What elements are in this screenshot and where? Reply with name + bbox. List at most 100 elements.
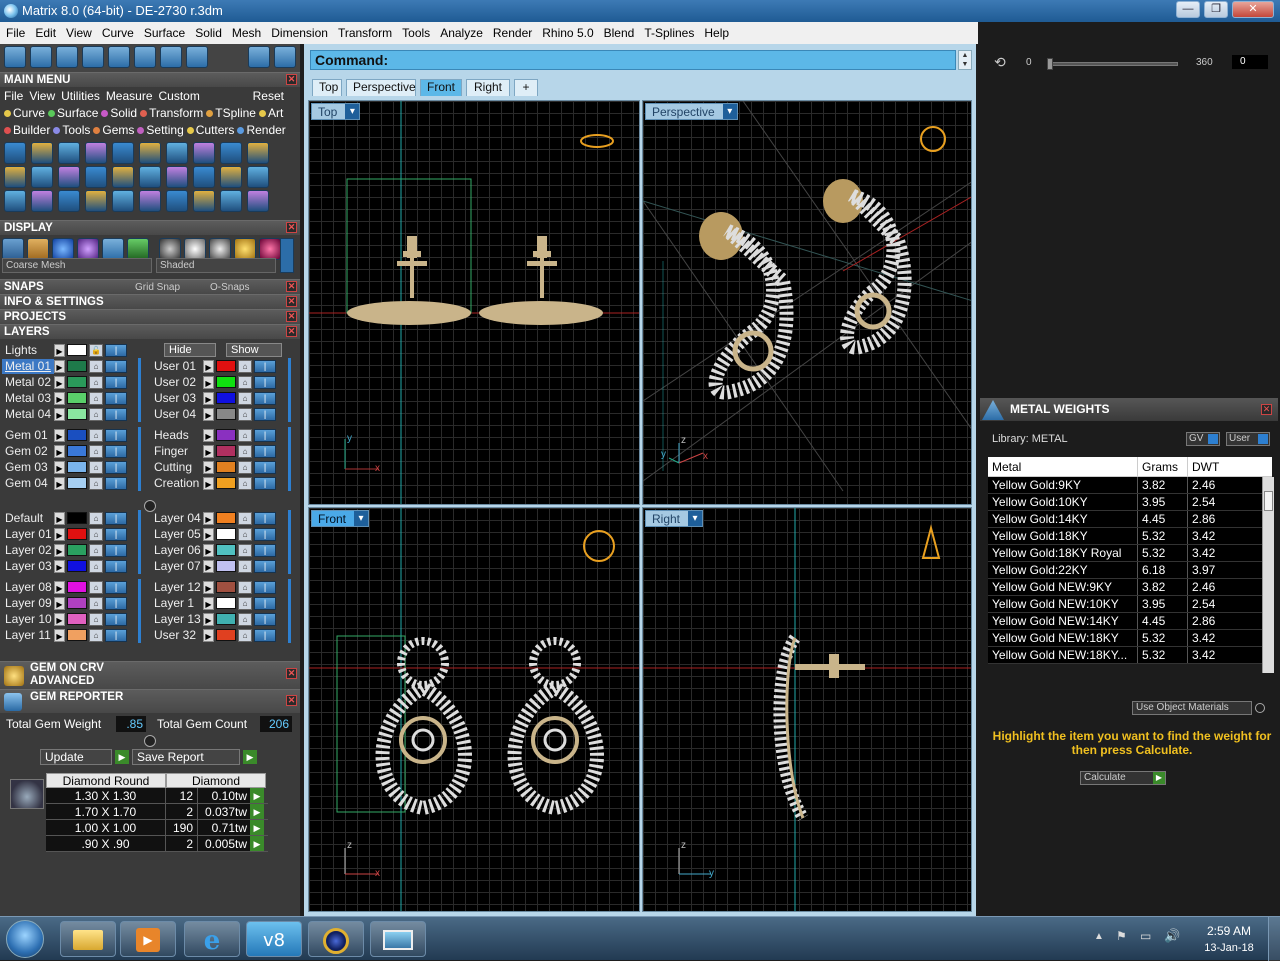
chrome-sphere-icon[interactable] (184, 238, 206, 260)
scale-tool-icon[interactable] (139, 190, 161, 212)
visibility-icon[interactable]: | (105, 407, 127, 421)
lock-icon[interactable]: ⌂ (238, 580, 252, 594)
circle-tool-icon[interactable] (193, 166, 215, 188)
expand-arrow-icon[interactable]: ▶ (54, 543, 65, 557)
clock-date[interactable]: 13-Jan-18 (1198, 942, 1260, 954)
category-setting[interactable]: Setting (137, 123, 184, 137)
lock-icon[interactable]: ⌂ (238, 359, 252, 373)
color-swatch[interactable] (67, 392, 87, 404)
expand-arrow-icon[interactable]: ▶ (203, 391, 214, 405)
group-tool-icon[interactable] (193, 190, 215, 212)
lock-icon[interactable]: ⌂ (238, 391, 252, 405)
layer-name[interactable]: Layer 01 (2, 527, 54, 542)
cylinder-tool-icon[interactable] (112, 166, 134, 188)
close-icon[interactable]: ✕ (286, 74, 297, 85)
color-swatch[interactable] (216, 445, 236, 457)
layer-name[interactable]: Layer 03 (2, 559, 54, 574)
table-row[interactable]: Yellow Gold:18KY Royal 5.32 3.42 (988, 545, 1272, 562)
gem-tool-icon[interactable] (31, 166, 53, 188)
table-row[interactable]: Yellow Gold:18KY 5.32 3.42 (988, 528, 1272, 545)
command-scroll[interactable]: ▲ ▼ (958, 50, 972, 70)
visibility-icon[interactable]: | (254, 476, 276, 490)
user-toggle[interactable]: User (1226, 432, 1270, 446)
layer-row[interactable]: Gem 03 ▶ ⌂ | (2, 459, 129, 475)
viewport-front[interactable]: Front z x (308, 507, 640, 912)
table-row[interactable]: Yellow Gold:14KY 4.45 2.86 (988, 511, 1272, 528)
layer-name[interactable]: User 02 (151, 375, 203, 390)
color-swatch[interactable] (216, 528, 236, 540)
matrix-taskbar-icon[interactable]: v8 (246, 921, 302, 957)
color-swatch[interactable] (216, 581, 236, 593)
lock-icon[interactable]: ⌂ (89, 596, 103, 610)
visibility-icon[interactable]: | (105, 596, 127, 610)
play-icon[interactable]: ▶ (250, 804, 264, 819)
lock-icon[interactable]: 🔓 (89, 343, 103, 357)
layer-row[interactable]: Layer 06 ▶ ⌂ | (151, 542, 278, 558)
layer-name[interactable]: Gem 01 (2, 428, 54, 443)
print-icon[interactable] (108, 46, 130, 68)
lock-icon[interactable]: ⌂ (238, 559, 252, 573)
divider-handle[interactable] (144, 735, 156, 747)
category-tools[interactable]: Tools (53, 123, 90, 137)
expand-arrow-icon[interactable]: ▶ (54, 359, 65, 373)
table-row[interactable]: Yellow Gold NEW:14KY 4.45 2.86 (988, 613, 1272, 630)
category-art[interactable]: Art (258, 106, 283, 120)
visibility-icon[interactable]: | (105, 444, 127, 458)
expand-arrow-icon[interactable]: ▶ (54, 559, 65, 573)
expand-arrow-icon[interactable]: ▶ (203, 407, 214, 421)
layer-name[interactable]: User 03 (151, 391, 203, 406)
layer-name[interactable]: Metal 04 (2, 407, 54, 422)
open-icon[interactable] (4, 46, 26, 68)
lock-icon[interactable]: ⌂ (238, 375, 252, 389)
lock-icon[interactable]: ⌂ (89, 543, 103, 557)
visibility-icon[interactable]: | (254, 596, 276, 610)
ghost-icon[interactable] (102, 238, 124, 260)
close-icon[interactable]: ✕ (286, 311, 297, 322)
color-swatch[interactable] (67, 445, 87, 457)
globe-icon[interactable] (186, 46, 208, 68)
shade-select[interactable]: Shaded (156, 258, 276, 273)
pipe-tool-icon[interactable] (58, 166, 80, 188)
silver-sphere-icon[interactable] (209, 238, 231, 260)
plane-tool-icon[interactable] (4, 142, 26, 164)
mesh-select[interactable]: Coarse Mesh (2, 258, 152, 273)
color-swatch[interactable] (67, 429, 87, 441)
expand-arrow-icon[interactable]: ▶ (203, 359, 214, 373)
layer-name[interactable]: User 04 (151, 407, 203, 422)
array-tool-icon[interactable] (247, 166, 269, 188)
main-menu-utilities[interactable]: Utilities (61, 89, 100, 103)
layer-row[interactable]: Heads ▶ ⌂ | (151, 427, 278, 443)
feather-tool-icon[interactable] (166, 190, 188, 212)
color-swatch[interactable] (67, 512, 87, 524)
layer-name[interactable]: Layer 05 (151, 527, 203, 542)
forward-arrow-icon[interactable] (274, 46, 296, 68)
table-row[interactable]: Yellow Gold NEW:9KY 3.82 2.46 (988, 579, 1272, 596)
back-arrow-icon[interactable] (248, 46, 270, 68)
split-tool-icon[interactable] (85, 190, 107, 212)
close-icon[interactable]: ✕ (286, 326, 297, 337)
layer-row[interactable]: Metal 01 ▶ ⌂ | (2, 358, 129, 374)
tab-perspective[interactable]: Perspective (346, 79, 416, 96)
layer-name[interactable]: Layer 13 (151, 612, 203, 627)
layer-row[interactable]: Layer 01 ▶ ⌂ | (2, 526, 129, 542)
color-swatch[interactable] (216, 477, 236, 489)
rotate-tool-icon[interactable] (31, 190, 53, 212)
add-tab-button[interactable]: + (514, 79, 538, 96)
layer-row[interactable]: User 02 ▶ ⌂ | (151, 374, 278, 390)
expand-arrow-icon[interactable]: ▶ (203, 476, 214, 490)
viewport-top[interactable]: Top y x (308, 100, 640, 505)
scrollbar-thumb[interactable] (1264, 491, 1273, 511)
color-swatch[interactable] (216, 392, 236, 404)
category-surface[interactable]: Surface (48, 106, 98, 120)
lock-icon[interactable]: ⌂ (238, 628, 252, 642)
viewport-perspective[interactable]: Perspective z x y (642, 100, 972, 505)
internet-explorer-taskbar-icon[interactable]: e (184, 921, 240, 957)
layer-row[interactable]: Metal 02 ▶ ⌂ | (2, 374, 129, 390)
expand-arrow-icon[interactable]: ▶ (54, 476, 65, 490)
layer-name[interactable]: Creation (151, 476, 203, 491)
lock-icon[interactable]: ⌂ (89, 375, 103, 389)
layer-row[interactable]: User 03 ▶ ⌂ | (151, 390, 278, 406)
lights-row[interactable]: Lights ▶ 🔓 | (2, 342, 129, 358)
menu-render[interactable]: Render (493, 26, 532, 40)
menu-curve[interactable]: Curve (102, 26, 134, 40)
